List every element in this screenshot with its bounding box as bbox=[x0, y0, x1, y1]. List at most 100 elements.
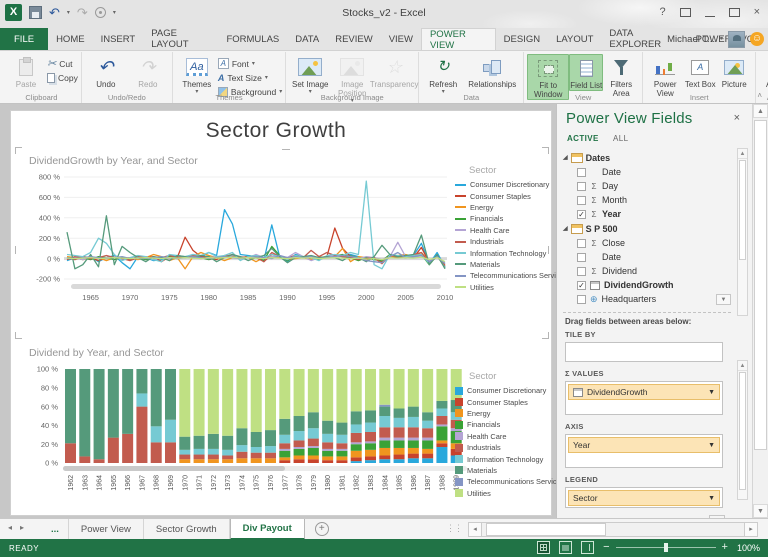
legend-item[interactable]: Utilities bbox=[455, 282, 547, 293]
scroll-up-icon[interactable]: ▲ bbox=[738, 149, 747, 159]
area-box[interactable]: DividendGrowth▼ bbox=[565, 381, 723, 415]
area-box[interactable]: Sector▼ bbox=[565, 487, 723, 508]
legend-item[interactable]: Information Technology bbox=[455, 247, 547, 258]
scrollbar-thumb[interactable] bbox=[754, 120, 767, 450]
checkbox[interactable] bbox=[577, 168, 586, 177]
zoom-in-icon[interactable]: + bbox=[722, 542, 728, 553]
page-break-preview-button[interactable] bbox=[581, 541, 594, 554]
sheet-tab-sector-growth[interactable]: Sector Growth bbox=[144, 519, 230, 540]
normal-view-button[interactable] bbox=[537, 541, 550, 554]
tab-power-view[interactable]: POWER VIEW bbox=[421, 28, 496, 50]
scrollbar-thumb[interactable] bbox=[486, 523, 606, 536]
zoom-out-icon[interactable]: − bbox=[603, 542, 609, 553]
field-chip-year[interactable]: Year▼ bbox=[568, 437, 720, 453]
field-row-day[interactable]: ΣDay bbox=[563, 179, 731, 193]
tab-all[interactable]: ALL bbox=[613, 134, 628, 143]
report-title[interactable]: Sector Growth bbox=[11, 119, 541, 143]
scrollbar-thumb[interactable] bbox=[739, 372, 746, 490]
tab-layout[interactable]: LAYOUT bbox=[548, 28, 601, 50]
picture-button[interactable]: Picture bbox=[716, 54, 752, 89]
tab-splitter-handle[interactable]: ⋮⋮ bbox=[446, 523, 462, 534]
cut-button[interactable]: ✂Cut bbox=[47, 57, 78, 70]
legend-item[interactable]: Health Care bbox=[455, 431, 547, 442]
checkbox[interactable] bbox=[577, 253, 586, 262]
sheet-nav-prev-icon[interactable]: ◂ bbox=[8, 523, 12, 532]
field-row-close[interactable]: ΣClose bbox=[563, 236, 731, 250]
checkbox[interactable] bbox=[577, 239, 586, 248]
legend-item[interactable]: Industrials bbox=[455, 442, 547, 453]
legend-item[interactable]: Consumer Staples bbox=[455, 396, 547, 407]
tab-insert[interactable]: INSERT bbox=[93, 28, 144, 50]
account-area[interactable]: Michael T... ▾ ☺ bbox=[667, 28, 764, 50]
checkbox[interactable]: ✓ bbox=[577, 210, 586, 219]
feedback-smiley-icon[interactable]: ☺ bbox=[750, 32, 764, 46]
power-view-button[interactable]: Power View bbox=[646, 54, 684, 98]
legend-item[interactable]: Health Care bbox=[455, 225, 547, 236]
ribbon-display-icon[interactable] bbox=[680, 8, 691, 17]
font-button[interactable]: AFont▾ bbox=[218, 57, 282, 70]
sheet-tab-overflow[interactable]: ... bbox=[42, 519, 69, 540]
line-chart[interactable]: 800 %600 %400 %200 %0 %-200 %19651970197… bbox=[19, 171, 453, 305]
chip-dropdown-icon[interactable]: ▼ bbox=[708, 389, 715, 396]
tab-formulas[interactable]: FORMULAS bbox=[218, 28, 287, 50]
tab-page-layout[interactable]: PAGE LAYOUT bbox=[143, 28, 218, 50]
legend-item[interactable]: Consumer Staples bbox=[455, 190, 547, 201]
scroll-right-icon[interactable]: ▸ bbox=[744, 522, 758, 537]
sheet-nav-next-icon[interactable]: ▸ bbox=[20, 523, 24, 532]
tab-review[interactable]: REVIEW bbox=[327, 28, 380, 50]
zoom-slider[interactable] bbox=[616, 547, 716, 548]
filters-area-button[interactable]: Filters Area bbox=[603, 54, 639, 98]
help-icon[interactable]: ? bbox=[659, 5, 665, 19]
field-group-dates[interactable]: ◢Dates bbox=[563, 150, 731, 165]
checkbox[interactable] bbox=[577, 182, 586, 191]
expand-triangle-icon[interactable]: ◢ bbox=[563, 154, 568, 161]
scrollbar-track[interactable] bbox=[482, 522, 744, 537]
legend-item[interactable]: Industrials bbox=[455, 236, 547, 247]
legend-item[interactable]: Materials bbox=[455, 465, 547, 476]
checkbox[interactable] bbox=[577, 295, 586, 304]
chip-dropdown-icon[interactable]: ▼ bbox=[708, 495, 715, 502]
scroll-down-icon[interactable]: ▼ bbox=[753, 504, 768, 518]
scroll-up-icon[interactable]: ▲ bbox=[738, 361, 747, 371]
relationships-button[interactable]: Relationships bbox=[464, 54, 520, 89]
arrange-button[interactable]: Arrange▾ bbox=[759, 54, 768, 95]
field-group-s-p-500[interactable]: ◢S P 500 bbox=[563, 221, 731, 236]
legend-item[interactable]: Information Technology bbox=[455, 453, 547, 464]
line-chart-tile[interactable]: DividendGrowth by Year, and Sector 800 %… bbox=[17, 153, 547, 339]
tab-home[interactable]: HOME bbox=[48, 28, 93, 50]
close-icon[interactable]: × bbox=[734, 112, 740, 124]
tab-active[interactable]: ACTIVE bbox=[567, 134, 599, 143]
line-chart-legend[interactable]: Sector Consumer DiscretionaryConsumer St… bbox=[455, 165, 547, 293]
field-list-scrollbar[interactable]: ▲ bbox=[737, 148, 748, 316]
area-box[interactable]: Year▼ bbox=[565, 434, 723, 468]
collapse-ribbon-icon[interactable]: ˄ bbox=[757, 91, 762, 100]
drag-areas-scrollbar[interactable]: ▲ bbox=[737, 360, 748, 500]
legend-item[interactable]: Consumer Discretionary bbox=[455, 179, 547, 190]
legend-item[interactable]: Financials bbox=[455, 419, 547, 430]
legend-item[interactable]: Financials bbox=[455, 213, 547, 224]
set-image-button[interactable]: Set Image▾ bbox=[289, 54, 331, 95]
text-size-button[interactable]: AText Size▾ bbox=[218, 71, 282, 84]
legend-item[interactable]: Utilities bbox=[455, 488, 547, 499]
refresh-button[interactable]: ↻ Refresh▾ bbox=[422, 54, 464, 95]
minimize-icon[interactable] bbox=[705, 16, 715, 17]
legend-item[interactable]: Materials bbox=[455, 259, 547, 270]
area-box[interactable] bbox=[565, 342, 723, 362]
selection-handle[interactable] bbox=[548, 246, 549, 254]
field-row-dividend[interactable]: ΣDividend bbox=[563, 264, 731, 278]
field-row-year[interactable]: ✓ΣYear bbox=[563, 207, 731, 221]
checkbox[interactable] bbox=[577, 196, 586, 205]
new-sheet-icon[interactable]: + bbox=[315, 522, 329, 536]
scroll-up-icon[interactable]: ▲ bbox=[753, 104, 768, 118]
close-icon[interactable]: × bbox=[754, 5, 760, 19]
field-list-button[interactable]: Field List bbox=[569, 54, 603, 91]
selection-handle[interactable] bbox=[15, 246, 16, 254]
tab-design[interactable]: DESIGN bbox=[496, 28, 548, 50]
horizontal-scrollbar[interactable]: ◂ ▸ bbox=[468, 522, 758, 537]
page-layout-button[interactable] bbox=[559, 541, 572, 554]
checkbox[interactable]: ✓ bbox=[577, 281, 586, 290]
legend-item[interactable]: Energy bbox=[455, 202, 547, 213]
panel-vertical-scrollbar[interactable]: ▲ ▼ bbox=[752, 104, 768, 518]
sheet-tab-div-payout[interactable]: Div Payout bbox=[230, 519, 305, 540]
field-dropdown-icon[interactable]: ▼ bbox=[716, 294, 731, 305]
